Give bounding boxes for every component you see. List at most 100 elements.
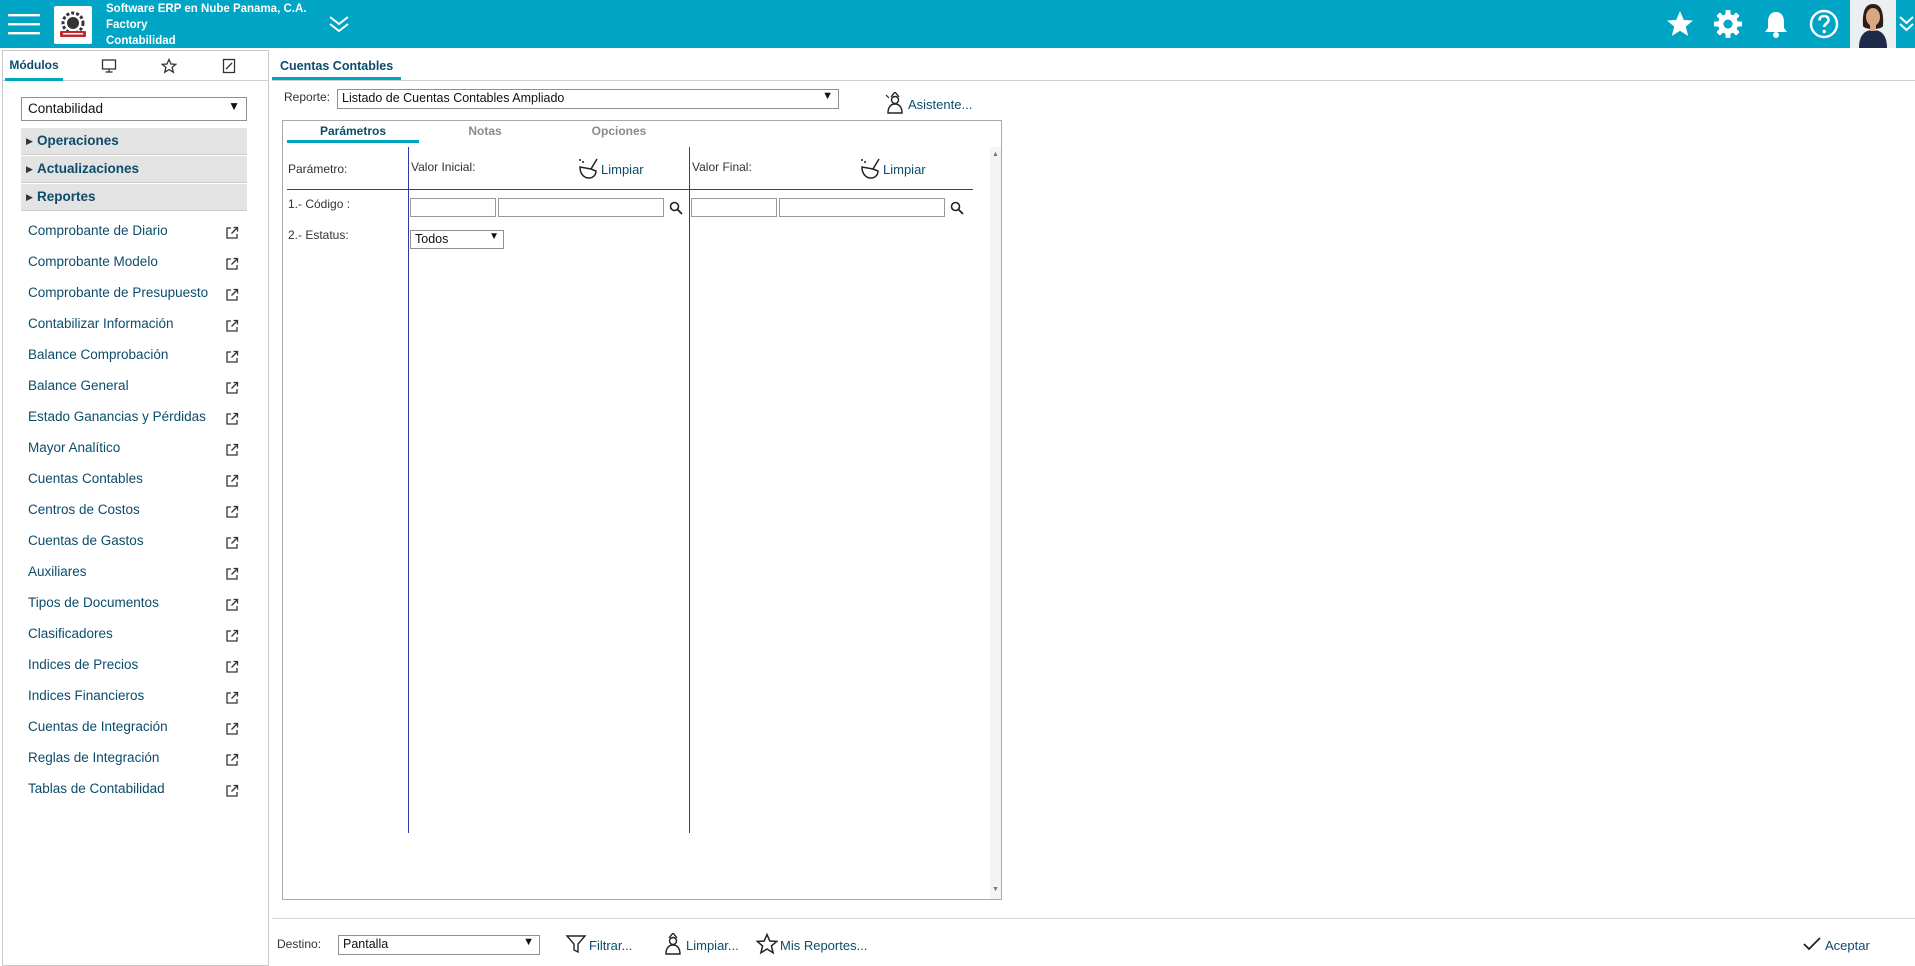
sidebar-item-label: Mayor Analítico [28, 440, 121, 455]
codigo-initial-input[interactable] [410, 198, 496, 217]
sidebar-item[interactable]: Mayor Analítico [28, 436, 242, 460]
checkmark-icon [1803, 937, 1821, 951]
section-label: Operaciones [37, 133, 119, 148]
sidebar-item[interactable]: Comprobante de Presupuesto [28, 281, 242, 305]
estatus-select[interactable]: Todos ▼ [410, 230, 504, 249]
external-link-icon[interactable] [225, 627, 239, 642]
external-link-icon[interactable] [225, 224, 239, 239]
external-link-icon[interactable] [225, 689, 239, 704]
broom-icon [861, 158, 880, 179]
external-link-icon[interactable] [225, 441, 239, 456]
destination-select-value: Pantalla [343, 937, 389, 951]
tab-notes[interactable] [207, 51, 251, 81]
scroll-up-arrow-icon[interactable]: ▲ [992, 151, 999, 158]
sidebar-item[interactable]: Estado Ganancias y Pérdidas [28, 405, 242, 429]
external-link-icon[interactable] [225, 596, 239, 611]
tab-desktop[interactable] [87, 51, 131, 81]
left-tabs: Módulos [3, 51, 268, 81]
caret-right-icon: ▶ [26, 164, 33, 174]
my-reports-label: Mis Reportes... [780, 938, 868, 953]
chevron-down-icon[interactable] [1898, 14, 1915, 34]
help-icon[interactable] [1808, 8, 1840, 40]
param-codigo-label: 1.- Código : [288, 197, 351, 211]
external-link-icon[interactable] [225, 751, 239, 766]
sidebar-item-label: Tipos de Documentos [28, 595, 159, 610]
sidebar-item[interactable]: Auxiliares [28, 560, 242, 584]
sidebar-item[interactable]: Tipos de Documentos [28, 591, 242, 615]
double-chevron-down-icon[interactable] [326, 12, 352, 36]
external-link-icon[interactable] [225, 348, 239, 363]
search-icon[interactable] [669, 201, 683, 215]
wizard-label: Asistente... [908, 97, 973, 112]
gear-icon[interactable] [1712, 8, 1744, 40]
sidebar-item[interactable]: Clasificadores [28, 622, 242, 646]
external-link-icon[interactable] [225, 286, 239, 301]
module-select-value: Contabilidad [28, 101, 104, 116]
section-label: Reportes [37, 189, 96, 204]
scroll-down-arrow-icon[interactable]: ▼ [992, 886, 999, 893]
sidebar-item-label: Comprobante Modelo [28, 254, 158, 269]
caret-right-icon: ▶ [26, 136, 33, 146]
left-panel: Módulos Contabilidad ▼ ▶ Operaciones ▶ A… [2, 50, 269, 966]
external-link-icon[interactable] [225, 317, 239, 332]
sidebar-item[interactable]: Reglas de Integración [28, 746, 242, 770]
tab-favorites[interactable] [147, 51, 191, 81]
sidebar-item-label: Auxiliares [28, 564, 87, 579]
clear-label: Limpiar [601, 162, 644, 177]
external-link-icon[interactable] [225, 410, 239, 425]
sidebar-item[interactable]: Balance Comprobación [28, 343, 242, 367]
report-select-value: Listado de Cuentas Contables Ampliado [342, 91, 565, 105]
hamburger-menu-icon[interactable] [8, 10, 40, 38]
external-link-icon[interactable] [225, 472, 239, 487]
section-operaciones[interactable]: ▶ Operaciones [21, 128, 247, 155]
sidebar-item[interactable]: Comprobante Modelo [28, 250, 242, 274]
sidebar-item[interactable]: Indices Financieros [28, 684, 242, 708]
sidebar-item[interactable]: Tablas de Contabilidad [28, 777, 242, 801]
clear-label: Limpiar [883, 162, 926, 177]
report-label: Reporte: [284, 90, 331, 104]
dropdown-arrow-icon: ▼ [228, 99, 240, 113]
tab-parametros[interactable]: Parámetros [287, 123, 419, 143]
sidebar-item[interactable]: Balance General [28, 374, 242, 398]
tab-opciones[interactable]: Opciones [553, 123, 685, 143]
company-logo [54, 6, 92, 44]
sidebar-item[interactable]: Centros de Costos [28, 498, 242, 522]
report-select[interactable]: Listado de Cuentas Contables Ampliado ▼ [337, 89, 839, 109]
codigo-initial-desc-input[interactable] [498, 198, 664, 217]
sidebar-item-label: Indices de Precios [28, 657, 139, 672]
star-outline-icon [160, 57, 178, 74]
company-name: Software ERP en Nube Panama, C.A. [106, 3, 307, 15]
sidebar-item[interactable]: Cuentas Contables [28, 467, 242, 491]
external-link-icon[interactable] [225, 503, 239, 518]
external-link-icon[interactable] [225, 255, 239, 270]
codigo-final-desc-input[interactable] [779, 198, 945, 217]
external-link-icon[interactable] [225, 565, 239, 580]
favorites-star-icon[interactable] [1664, 8, 1696, 40]
sidebar-item[interactable]: Contabilizar Información [28, 312, 242, 336]
sidebar-item[interactable]: Cuentas de Gastos [28, 529, 242, 553]
tab-modules[interactable]: Módulos [5, 51, 63, 81]
sidebar-item[interactable]: Comprobante de Diario [28, 219, 242, 243]
sidebar-item[interactable]: Indices de Precios [28, 653, 242, 677]
search-icon[interactable] [950, 201, 964, 215]
destination-select[interactable]: Pantalla ▼ [338, 935, 540, 955]
external-link-icon[interactable] [225, 534, 239, 549]
external-link-icon[interactable] [225, 782, 239, 797]
external-link-icon[interactable] [225, 720, 239, 735]
clear-all-label: Limpiar... [686, 938, 739, 953]
tab-notas[interactable]: Notas [419, 123, 551, 143]
external-link-icon[interactable] [225, 379, 239, 394]
external-link-icon[interactable] [225, 658, 239, 673]
codigo-final-input[interactable] [691, 198, 777, 217]
vertical-scrollbar[interactable]: ▲ ▼ [990, 147, 1001, 899]
sidebar-item[interactable]: Cuentas de Integración [28, 715, 242, 739]
module-select[interactable]: Contabilidad ▼ [21, 97, 247, 121]
user-avatar[interactable] [1850, 0, 1896, 48]
bell-icon[interactable] [1760, 8, 1792, 40]
param-tabs: Parámetros Notas Opciones [283, 121, 1001, 143]
top-bar: Software ERP en Nube Panama, C.A. Factor… [0, 0, 1915, 48]
section-reportes[interactable]: ▶ Reportes [21, 184, 247, 211]
tab-cuentas-contables[interactable]: Cuentas Contables [272, 54, 402, 80]
filter-label: Filtrar... [589, 938, 633, 953]
section-actualizaciones[interactable]: ▶ Actualizaciones [21, 156, 247, 183]
